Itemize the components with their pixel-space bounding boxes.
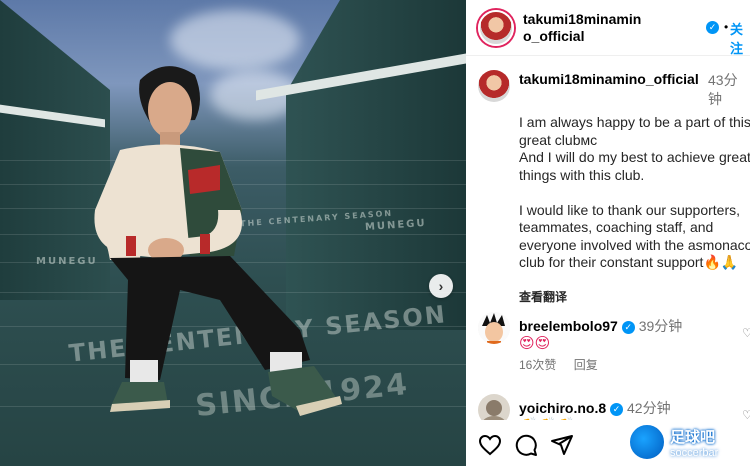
chevron-right-icon: ›	[438, 278, 444, 294]
comment-likes[interactable]: 16次赞	[519, 358, 556, 372]
verified-badge-icon: ✓	[610, 402, 624, 416]
action-bar	[478, 425, 574, 465]
watermark: 足球吧 soccerbar	[628, 420, 748, 464]
comments-list[interactable]: takumi18minamino_official 43分钟 I am alwa…	[466, 60, 750, 420]
comment-username[interactable]: breelembolo97 ✓ 39分钟	[519, 316, 682, 336]
author-username[interactable]: takumi18minamino_official	[523, 11, 643, 45]
translate-link[interactable]: 查看翻译	[519, 288, 567, 305]
separator-dot: •	[724, 20, 729, 34]
commenter-avatar[interactable]	[478, 394, 510, 420]
comment-username[interactable]: yoichiro.no.8 ✓ 42分钟	[519, 398, 671, 418]
caption-text: I am always happy to be a part of this g…	[519, 114, 750, 270]
caption-emoji: 🔥🙏	[703, 254, 739, 270]
share-icon[interactable]	[550, 433, 574, 457]
cartoon-avatar-icon	[478, 312, 510, 344]
comment-time: 42分钟	[627, 400, 671, 416]
verified-badge-icon: ✓	[621, 320, 635, 334]
caption-avatar[interactable]	[478, 70, 510, 102]
stair-brand: MUNEGU	[364, 217, 427, 234]
comment-meta: 16次赞 回复	[519, 356, 612, 373]
post-photo[interactable]: MUNEGU MUNEGU THE CENTENARY SEASON THE C…	[0, 0, 466, 466]
comment-icon[interactable]	[514, 433, 538, 457]
caption-username[interactable]: takumi18minamino_official	[519, 71, 709, 88]
next-photo-button[interactable]: ›	[429, 274, 453, 298]
commenter-avatar[interactable]	[478, 312, 510, 344]
comment-text: 😍😍	[519, 335, 551, 352]
watermark-cn: 足球吧	[670, 428, 716, 446]
post-panel: takumi18minamino_official ✓ • 关注 takumi1…	[466, 0, 750, 466]
caption-time: 43分钟	[708, 72, 738, 107]
post-header: takumi18minamino_official ✓ • 关注	[466, 0, 750, 56]
verified-badge-icon: ✓	[706, 21, 719, 34]
soccer-ball-logo-icon	[628, 423, 666, 461]
author-avatar[interactable]	[478, 9, 514, 46]
heart-outline-icon[interactable]: ♡	[742, 408, 750, 420]
player-figure	[94, 66, 342, 416]
follow-button[interactable]: 关注	[730, 19, 750, 57]
watermark-en: soccerbar	[670, 446, 719, 459]
comment-text: 👏👏👏	[519, 416, 575, 420]
reply-button[interactable]: 回复	[574, 358, 598, 372]
heart-outline-icon[interactable]: ♡	[742, 326, 750, 340]
heart-icon[interactable]	[478, 433, 502, 457]
comment-time: 39分钟	[638, 318, 683, 334]
user-avatar-icon	[483, 400, 505, 420]
